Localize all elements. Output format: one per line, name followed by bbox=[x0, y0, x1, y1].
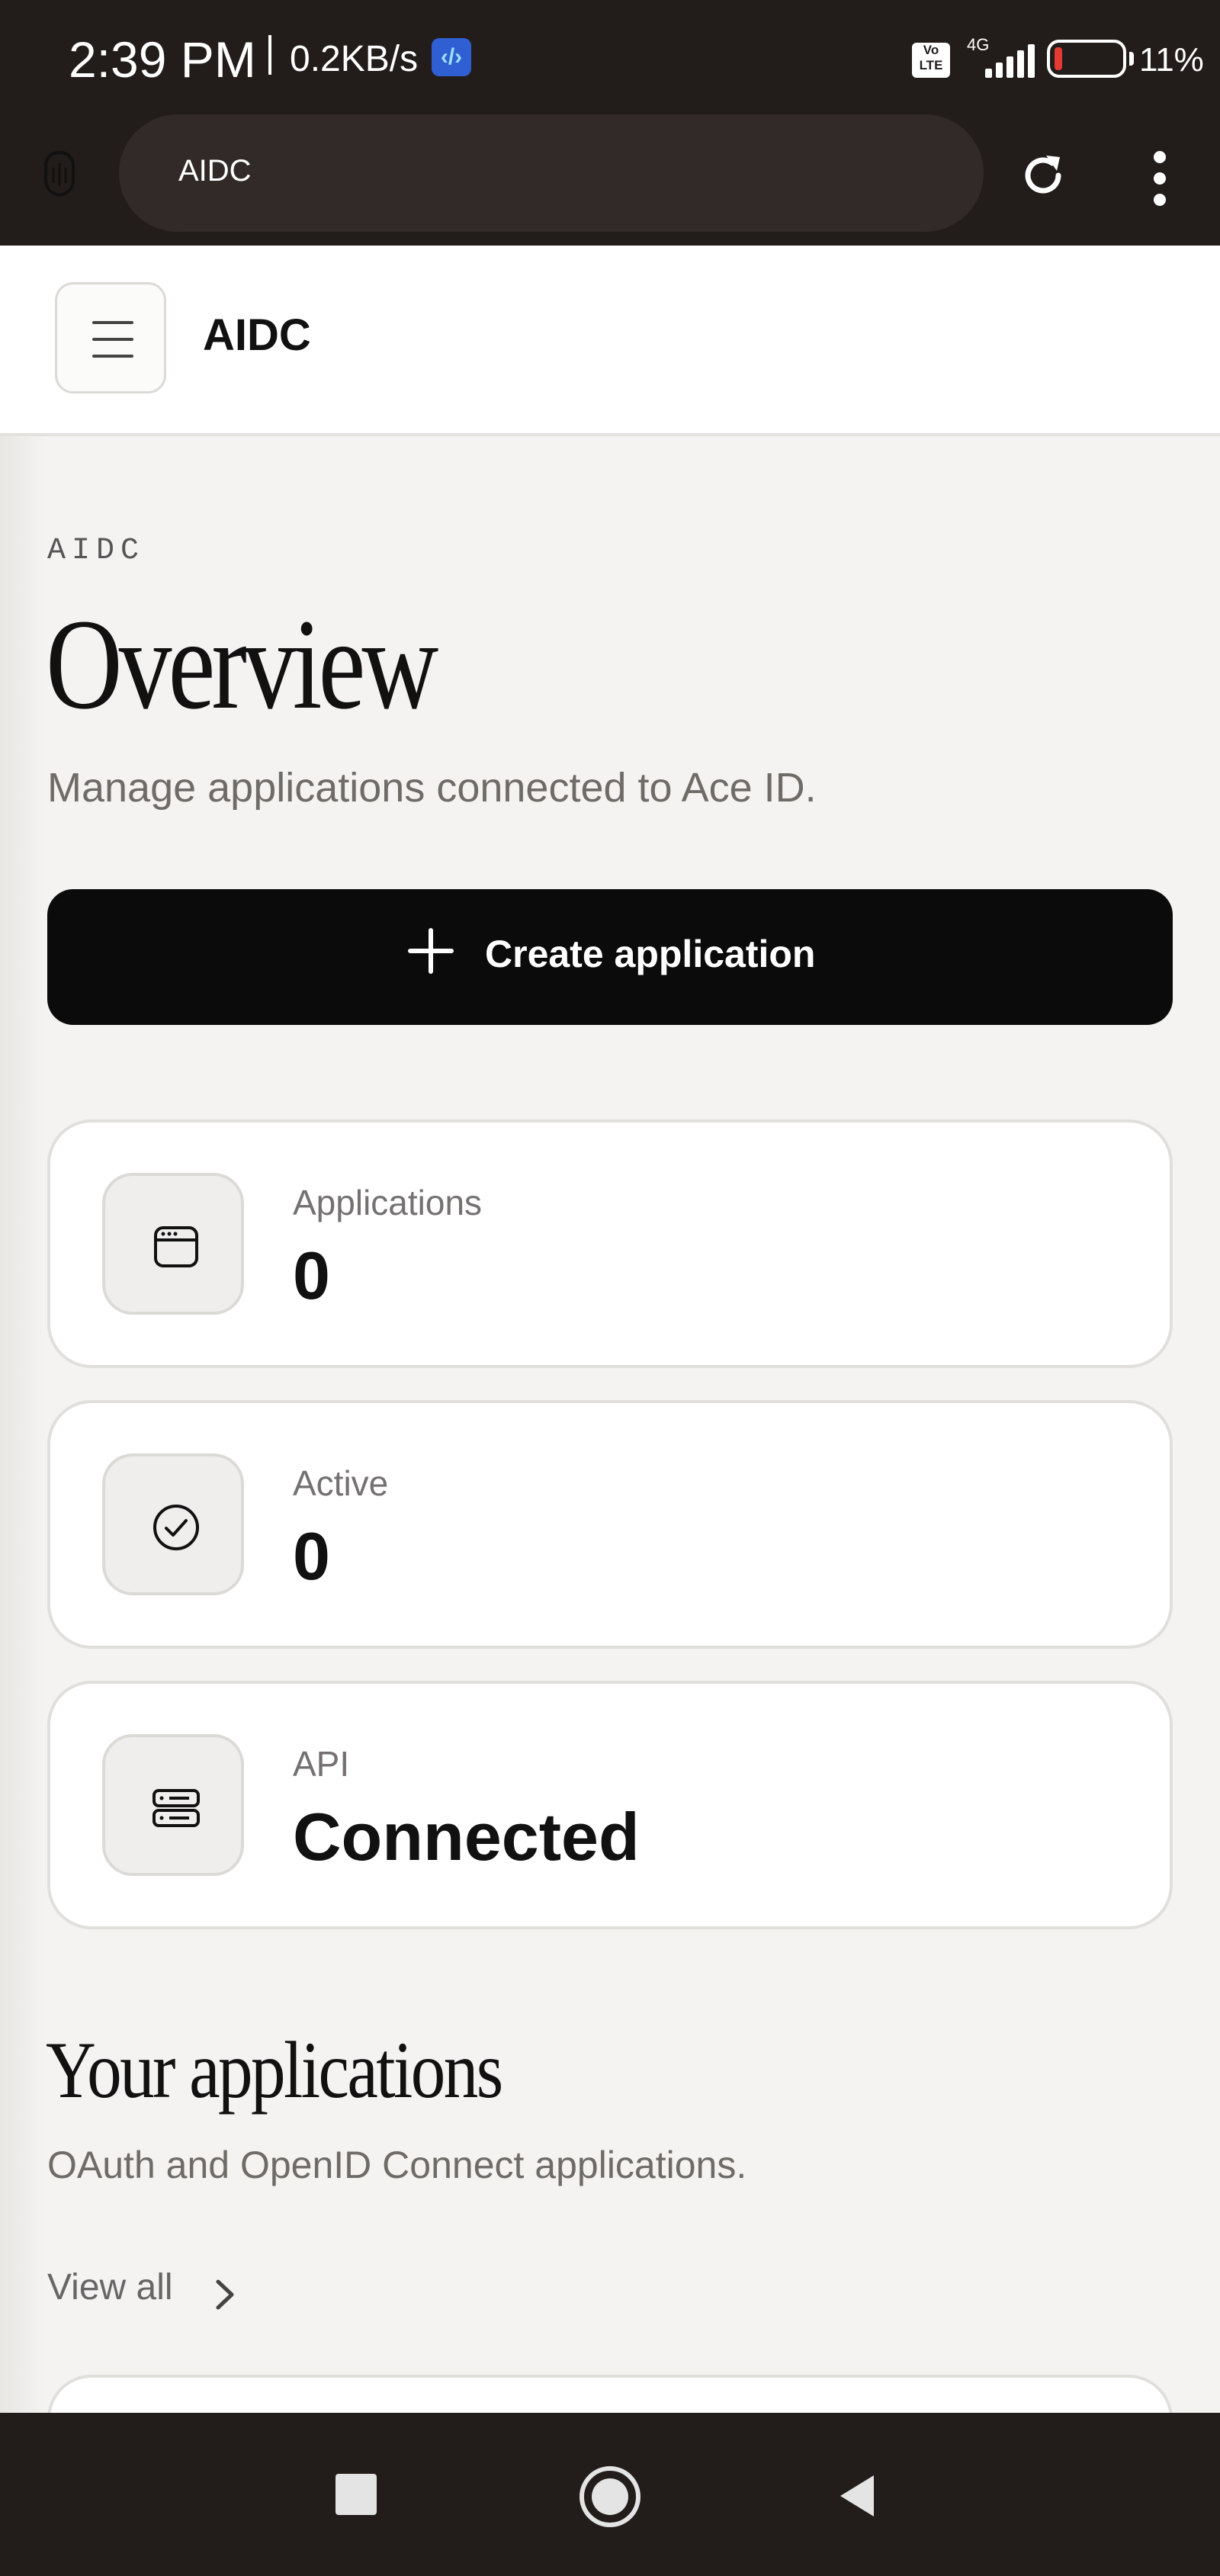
signal-icon bbox=[985, 44, 1037, 78]
stat-card-api: API Connected bbox=[47, 1681, 1173, 1929]
status-time: 2:39 PM bbox=[69, 31, 256, 88]
check-circle-icon bbox=[153, 1505, 199, 1550]
battery-percent: 11% bbox=[1139, 41, 1204, 79]
stat-icon-box bbox=[102, 1453, 244, 1595]
window-icon bbox=[154, 1226, 198, 1267]
stat-icon-box bbox=[102, 1173, 244, 1315]
reload-icon[interactable] bbox=[1016, 148, 1071, 203]
page-title: Overview bbox=[46, 593, 438, 736]
stat-label: Active bbox=[293, 1463, 389, 1503]
status-bar: 2:39 PM 0.2KB/s ‹/› Vo LTE 4G 11% bbox=[0, 0, 1220, 114]
stat-label: Applications bbox=[293, 1183, 483, 1222]
recents-button[interactable] bbox=[336, 2474, 377, 2515]
section-subtitle: OAuth and OpenID Connect applications. bbox=[47, 2144, 747, 2186]
status-net-speed: 0.2KB/s bbox=[290, 39, 419, 79]
stat-label: API bbox=[293, 1744, 350, 1784]
site-info-icon[interactable] bbox=[40, 149, 79, 198]
app-header: AIDC bbox=[0, 246, 1220, 436]
page-eyebrow: AIDC bbox=[47, 534, 146, 568]
stat-card-active: Active 0 bbox=[47, 1400, 1173, 1649]
section-title: Your applications bbox=[46, 2025, 503, 2115]
page-content: AIDC AIDC Overview Manage applications c… bbox=[0, 246, 1220, 2413]
chevron-right-icon[interactable] bbox=[206, 2276, 244, 2314]
plus-icon bbox=[408, 928, 454, 974]
stat-icon-box bbox=[102, 1734, 244, 1876]
stat-value: 0 bbox=[293, 1518, 330, 1594]
server-icon bbox=[152, 1789, 200, 1827]
create-application-button[interactable]: Create application bbox=[47, 889, 1173, 1025]
app-title: AIDC bbox=[203, 310, 311, 360]
create-application-label: Create application bbox=[485, 933, 816, 975]
system-navigation-bar bbox=[0, 2413, 1220, 2576]
home-button[interactable] bbox=[580, 2466, 640, 2527]
browser-toolbar: AIDC bbox=[0, 114, 1220, 246]
url-text[interactable]: AIDC bbox=[178, 154, 252, 188]
volte-icon: Vo LTE bbox=[912, 43, 950, 78]
battery-icon bbox=[1047, 40, 1134, 78]
stat-value: Connected bbox=[293, 1799, 640, 1874]
overflow-menu-icon[interactable] bbox=[1139, 146, 1180, 207]
status-separator bbox=[268, 35, 271, 75]
page-subtitle: Manage applications connected to Ace ID. bbox=[47, 765, 817, 811]
stat-card-applications: Applications 0 bbox=[47, 1119, 1173, 1368]
battery-fill bbox=[1055, 47, 1062, 70]
stat-value: 0 bbox=[293, 1238, 330, 1313]
code-app-icon: ‹/› bbox=[432, 38, 471, 76]
application-list-card bbox=[47, 2375, 1173, 2413]
url-bar[interactable]: AIDC bbox=[119, 114, 984, 232]
hamburger-menu-button[interactable] bbox=[55, 282, 166, 393]
view-all-link[interactable]: View all bbox=[47, 2266, 173, 2308]
back-button[interactable] bbox=[836, 2472, 877, 2520]
